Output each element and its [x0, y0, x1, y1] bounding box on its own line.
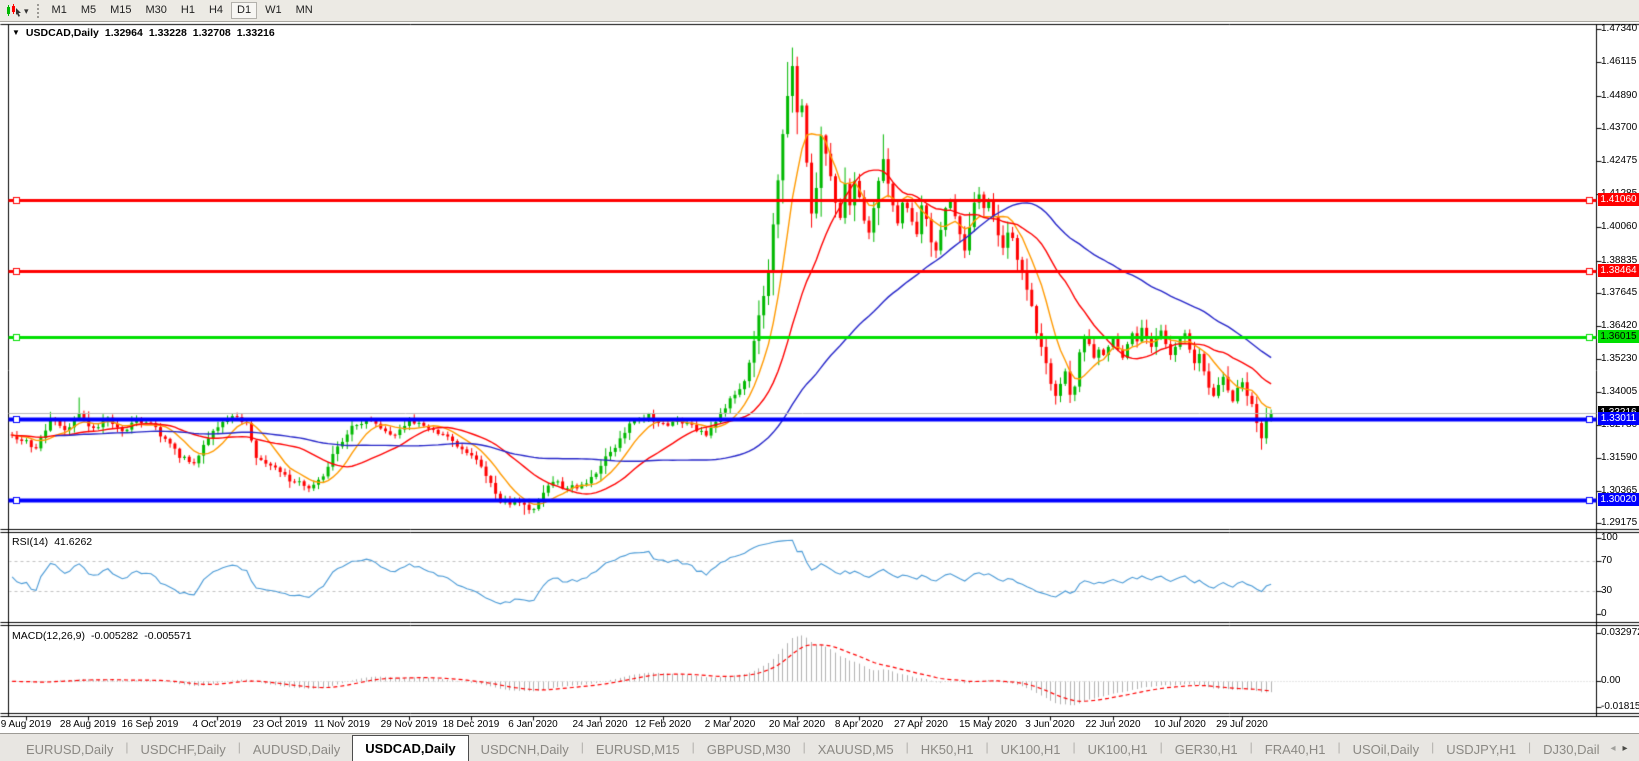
- tab-separator: |: [1159, 740, 1163, 754]
- chart-tab-eurusd[interactable]: EURUSD,M15: [584, 738, 692, 761]
- tab-separator: |: [1337, 740, 1341, 754]
- chart-tool-button[interactable]: ▾: [0, 2, 33, 20]
- timeframe-button-h4[interactable]: H4: [203, 2, 229, 19]
- tab-separator: |: [125, 740, 129, 754]
- chart-tab-usdcnh[interactable]: USDCNH,Daily: [469, 738, 581, 761]
- timeframe-button-m30[interactable]: M30: [140, 2, 173, 19]
- tab-scroll-right-button[interactable]: ▸: [1623, 743, 1628, 754]
- tab-separator: |: [802, 740, 806, 754]
- tab-separator: |: [580, 740, 584, 754]
- tab-scroll-arrows: ◂ ▸: [1599, 735, 1639, 761]
- chart-tab-ger30[interactable]: GER30,H1: [1163, 738, 1250, 761]
- chart-tab-usdchf[interactable]: USDCHF,Daily: [129, 738, 238, 761]
- timeframe-button-m15[interactable]: M15: [104, 2, 137, 19]
- price-chart-canvas[interactable]: [0, 0, 1639, 760]
- tab-scroll-left-button[interactable]: ◂: [1610, 743, 1615, 754]
- timeframe-button-d1[interactable]: D1: [231, 2, 258, 19]
- tab-separator: |: [237, 740, 241, 754]
- tab-separator: |: [985, 740, 989, 754]
- dropdown-arrow-icon: ▾: [24, 5, 29, 16]
- tab-separator: |: [1249, 740, 1253, 754]
- chart-tab-usdcad[interactable]: USDCAD,Daily: [352, 735, 469, 761]
- chart-tab-eurusd[interactable]: EURUSD,Daily: [14, 738, 125, 761]
- timeframe-button-w1[interactable]: W1: [259, 2, 288, 19]
- timeframe-button-m1[interactable]: M1: [46, 2, 73, 19]
- tab-bar-stub: [0, 735, 14, 761]
- chart-cursor-icon: [7, 4, 21, 17]
- chart-tab-bar: EURUSD,Daily | USDCHF,Daily | AUDUSD,Daily US…: [0, 733, 1639, 761]
- toolbar-grip[interactable]: [36, 3, 39, 18]
- chart-tab-fra40[interactable]: FRA40,H1: [1253, 738, 1338, 761]
- tab-separator: |: [691, 740, 695, 754]
- timeframe-button-h1[interactable]: H1: [175, 2, 201, 19]
- chart-tab-audusd[interactable]: AUDUSD,Daily: [241, 738, 352, 761]
- chart-tab-gbpusd[interactable]: GBPUSD,M30: [695, 738, 803, 761]
- mt4-window: { "toolbar": { "dropdown_arrow": "▾", "t…: [0, 0, 1639, 761]
- tabs: EURUSD,Daily | USDCHF,Daily | AUDUSD,Daily US…: [14, 735, 1639, 761]
- timeframe-button-mn[interactable]: MN: [290, 2, 319, 19]
- tab-separator: |: [1528, 740, 1532, 754]
- chart-tab-usdjpy[interactable]: USDJPY,H1: [1434, 738, 1528, 761]
- timeframe-button-m5[interactable]: M5: [75, 2, 102, 19]
- chart-tab-usoil[interactable]: USOil,Daily: [1341, 738, 1431, 761]
- timeframe-buttons: M1 M5 M15 M30 H1 H4 D1 W1 MN: [45, 2, 320, 19]
- chart-tab-uk100[interactable]: UK100,H1: [1076, 738, 1160, 761]
- chart-tab-uk100[interactable]: UK100,H1: [989, 738, 1073, 761]
- chart-tab-hk50[interactable]: HK50,H1: [909, 738, 986, 761]
- tab-separator: |: [1072, 740, 1076, 754]
- chart-tab-xauusd[interactable]: XAUUSD,M5: [806, 738, 906, 761]
- tab-separator: |: [1431, 740, 1435, 754]
- timeframe-toolbar: ▾ M1 M5 M15 M30 H1 H4 D1 W1 MN: [0, 0, 1639, 22]
- tab-separator: |: [905, 740, 909, 754]
